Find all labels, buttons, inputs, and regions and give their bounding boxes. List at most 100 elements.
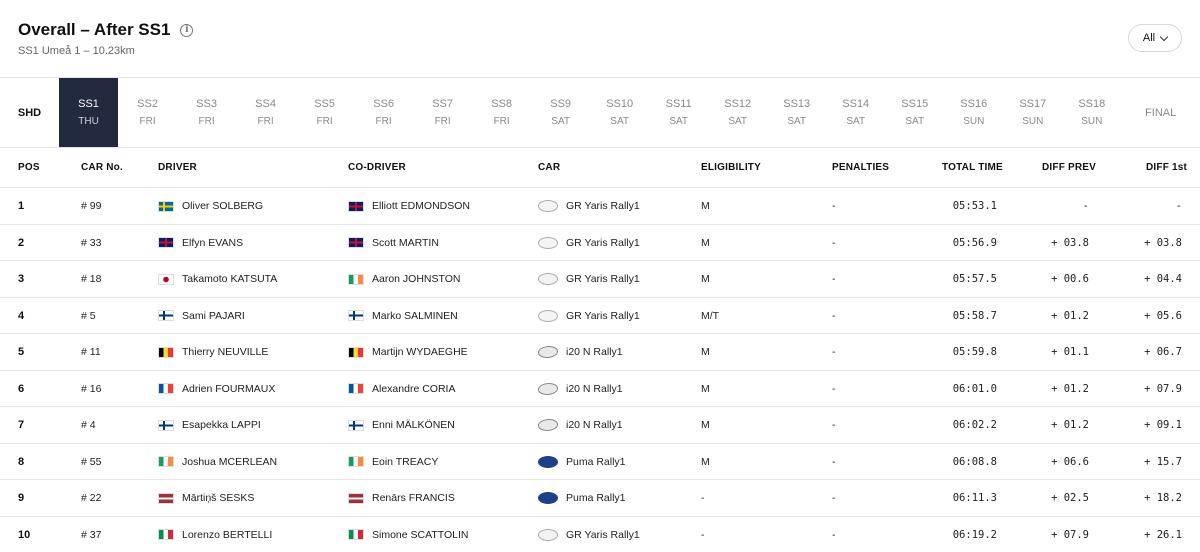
tab-ss3[interactable]: SS3 FRI — [177, 78, 236, 147]
eligibility-cell: M — [701, 382, 710, 395]
driver-name: Joshua MCERLEAN — [182, 455, 278, 468]
tab-ss16[interactable]: SS16 SUN — [944, 78, 1003, 147]
tab-ss1[interactable]: SS1 THU — [59, 78, 119, 147]
tab-day: FRI — [198, 116, 215, 127]
co-driver-cell[interactable]: Enni MÄLKÖNEN — [348, 407, 455, 443]
tab-ss5[interactable]: SS5 FRI — [295, 78, 354, 147]
eligibility-cell: M — [701, 273, 710, 285]
col-car[interactable]: CAR — [538, 162, 560, 173]
class-filter-dropdown[interactable]: All — [1128, 24, 1182, 52]
tab-ss2[interactable]: SS2 FRI — [118, 78, 177, 147]
tab-ss13[interactable]: SS13 SAT — [767, 78, 826, 147]
penalties-cell: - — [832, 528, 836, 541]
tab-day: SAT — [669, 116, 689, 127]
diff-prev-cell: + 06.6 — [1051, 455, 1089, 468]
tab-ss12[interactable]: SS12 SAT — [708, 78, 767, 147]
table-row[interactable]: 7 # 4 Esapekka LAPPI Enni MÄLKÖNEN i20 N Ral… — [0, 407, 1200, 444]
toyota-logo-icon — [538, 273, 558, 285]
co-driver-cell[interactable]: Scott MARTIN — [348, 225, 439, 261]
diff-first-cell: + 09.1 — [1144, 419, 1182, 431]
driver-cell[interactable]: Mārtiņš SESKS — [158, 480, 254, 516]
car-no-cell: # 55 — [81, 455, 102, 468]
driver-cell[interactable]: Esapekka LAPPI — [158, 407, 261, 443]
tab-ss11[interactable]: SS11 SAT — [649, 78, 708, 147]
co-driver-cell[interactable]: Simone SCATTOLIN — [348, 517, 468, 552]
table-row[interactable]: 9 # 22 Mārtiņš SESKS Renārs FRANCIS Puma Ral… — [0, 480, 1200, 517]
tab-ss17[interactable]: SS17 SUN — [1003, 78, 1062, 147]
flag-fi-icon — [348, 310, 364, 321]
tab-label: SS5 — [314, 98, 335, 110]
table-row[interactable]: 10 # 37 Lorenzo BERTELLI Simone SCATTOLIN GR… — [0, 517, 1200, 552]
table-row[interactable]: 2 # 33 Elfyn EVANS Scott MARTIN GR Yaris Ral… — [0, 225, 1200, 261]
table-row[interactable]: 4 # 5 Sami PAJARI Marko SALMINEN GR Yaris Ra… — [0, 298, 1200, 334]
tab-ss7[interactable]: SS7 FRI — [413, 78, 472, 147]
col-pos[interactable]: POS — [18, 162, 40, 173]
total-time-cell: 06:02.2 — [952, 419, 997, 431]
co-driver-cell[interactable]: Elliott EDMONDSON — [348, 188, 470, 224]
pos-cell: 7 — [18, 419, 25, 431]
flag-fr-icon — [158, 383, 174, 394]
col-total-time[interactable]: TOTAL TIME — [942, 162, 1003, 173]
col-driver[interactable]: DRIVER — [158, 162, 197, 173]
hyundai-logo-icon — [536, 419, 560, 431]
co-driver-name: Marko SALMINEN — [372, 309, 458, 322]
driver-cell[interactable]: Takamoto KATSUTA — [158, 261, 277, 297]
penalties-cell: - — [832, 455, 836, 468]
table-row[interactable]: 3 # 18 Takamoto KATSUTA Aaron JOHNSTON GR Ya… — [0, 261, 1200, 298]
tab-day: SAT — [728, 116, 748, 127]
co-driver-name: Renārs FRANCIS — [372, 492, 455, 504]
co-driver-cell[interactable]: Eoin TREACY — [348, 444, 438, 480]
diff-first-cell: - — [1175, 200, 1182, 212]
driver-cell[interactable]: Oliver SOLBERG — [158, 188, 263, 224]
driver-cell[interactable]: Adrien FOURMAUX — [158, 371, 275, 407]
eligibility-cell: M — [701, 455, 710, 468]
car-name: GR Yaris Rally1 — [566, 273, 640, 285]
co-driver-cell[interactable]: Marko SALMINEN — [348, 298, 458, 334]
col-penalties[interactable]: PENALTIES — [832, 162, 889, 173]
car-name: i20 N Rally1 — [566, 382, 623, 395]
car-cell: GR Yaris Rally1 — [538, 298, 640, 334]
driver-cell[interactable]: Sami PAJARI — [158, 298, 245, 334]
info-icon[interactable]: i — [180, 23, 194, 37]
tab-ss6[interactable]: SS6 FRI — [354, 78, 413, 147]
tab-day: FRI — [316, 116, 333, 127]
col-diff-prev[interactable]: DIFF PREV — [1042, 162, 1096, 173]
table-row[interactable]: 6 # 16 Adrien FOURMAUX Alexandre CORIA i20 N… — [0, 371, 1200, 407]
flag-fi-icon — [158, 310, 174, 321]
tab-day: SUN — [1081, 116, 1103, 127]
tab-ss4[interactable]: SS4 FRI — [236, 78, 295, 147]
col-co-driver[interactable]: CO-DRIVER — [348, 162, 406, 173]
eligibility-cell: - — [701, 528, 705, 541]
tab-ss14[interactable]: SS14 SAT — [826, 78, 885, 147]
driver-cell[interactable]: Lorenzo BERTELLI — [158, 517, 272, 552]
flag-be-icon — [158, 346, 174, 358]
driver-cell[interactable]: Elfyn EVANS — [158, 225, 243, 261]
flag-ie-icon — [158, 456, 174, 467]
car-cell: i20 N Rally1 — [536, 334, 623, 370]
tab-shd[interactable]: SHD — [0, 78, 59, 147]
table-row[interactable]: 8 # 55 Joshua MCERLEAN Eoin TREACY Puma Rall… — [0, 444, 1200, 480]
co-driver-name: Aaron JOHNSTON — [372, 273, 461, 285]
tab-final[interactable]: FINAL — [1121, 78, 1200, 147]
diff-prev-cell: + 01.2 — [1051, 419, 1089, 431]
tab-ss10[interactable]: SS10 SAT — [590, 78, 649, 147]
tab-ss8[interactable]: SS8 FRI — [472, 78, 531, 147]
tab-ss9[interactable]: SS9 SAT — [531, 78, 590, 147]
col-eligibility[interactable]: ELIGIBILITY — [701, 162, 761, 173]
tab-ss18[interactable]: SS18 SUN — [1062, 78, 1121, 147]
diff-prev-cell: + 00.6 — [1051, 273, 1089, 285]
diff-first-cell: + 03.8 — [1144, 236, 1182, 249]
co-driver-cell[interactable]: Renārs FRANCIS — [348, 480, 455, 516]
driver-cell[interactable]: Thierry NEUVILLE — [158, 334, 268, 370]
table-row[interactable]: 5 # 11 Thierry NEUVILLE Martijn WYDAEGHE i20… — [0, 334, 1200, 371]
col-car-no[interactable]: CAR No. — [81, 162, 123, 173]
co-driver-cell[interactable]: Alexandre CORIA — [348, 371, 455, 407]
co-driver-cell[interactable]: Aaron JOHNSTON — [348, 261, 461, 297]
col-diff-first[interactable]: DIFF 1st — [1146, 162, 1187, 173]
driver-cell[interactable]: Joshua MCERLEAN — [158, 444, 277, 480]
co-driver-cell[interactable]: Martijn WYDAEGHE — [348, 334, 468, 370]
eligibility-cell: M — [701, 200, 710, 212]
tab-ss15[interactable]: SS15 SAT — [885, 78, 944, 147]
table-row[interactable]: 1 # 99 Oliver SOLBERG Elliott EDMONDSON GR Y… — [0, 188, 1200, 225]
tab-label: SS15 — [901, 98, 929, 110]
